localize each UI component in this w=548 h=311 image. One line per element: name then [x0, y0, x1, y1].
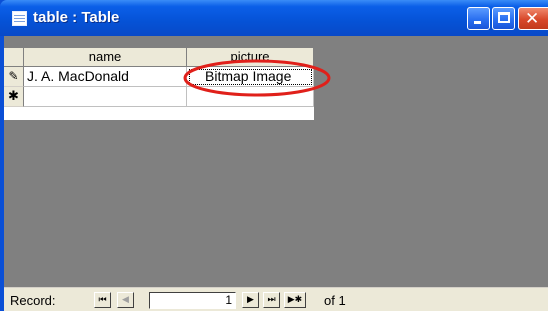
first-record-icon: ⏮ [98, 295, 107, 305]
name-cell[interactable]: J. A. MacDonald [24, 67, 187, 87]
minimize-icon [474, 21, 481, 24]
column-header-name[interactable]: name [24, 48, 187, 67]
previous-record-button[interactable]: ◀ [117, 292, 134, 308]
new-record-button[interactable]: ▶✱ [284, 292, 306, 308]
record-navigation-bar: Record: ⏮ ◀ 1 ▶ ⏭ ▶✱ of 1 [4, 287, 548, 311]
previous-record-icon: ◀ [122, 295, 129, 305]
window-title: table : Table [33, 9, 120, 26]
record-label: Record: [10, 293, 56, 308]
record-number-input[interactable]: 1 [149, 292, 236, 309]
new-record-nav-icon: ▶✱ [287, 295, 303, 305]
maximize-icon [498, 12, 510, 23]
corner-selector[interactable] [4, 48, 24, 67]
annotation-ellipse [183, 59, 331, 97]
minimize-button[interactable] [467, 7, 490, 30]
next-record-button[interactable]: ▶ [242, 292, 259, 308]
maximize-button[interactable] [492, 7, 515, 30]
table-icon [12, 11, 27, 26]
record-count: of 1 [324, 293, 346, 308]
edit-pencil-icon: ✎ [8, 69, 19, 83]
next-record-icon: ▶ [247, 295, 254, 305]
title-bar[interactable]: table : Table ✕ [0, 0, 548, 36]
new-record-icon: ✱ [8, 89, 19, 104]
new-name-cell[interactable] [24, 87, 187, 107]
row-selector[interactable]: ✎ [4, 67, 24, 87]
last-record-icon: ⏭ [267, 295, 276, 305]
access-table-window: table : Table ✕ name picture ✎ J. A. Mac… [0, 0, 548, 311]
datasheet-grid: name picture ✎ J. A. MacDonald Bitmap Im… [4, 48, 331, 120]
datasheet-area: name picture ✎ J. A. MacDonald Bitmap Im… [4, 36, 548, 287]
first-record-button[interactable]: ⏮ [94, 292, 111, 308]
new-row-selector[interactable]: ✱ [4, 87, 24, 107]
close-button[interactable]: ✕ [518, 7, 548, 30]
last-record-button[interactable]: ⏭ [263, 292, 280, 308]
close-icon: ✕ [525, 9, 540, 29]
